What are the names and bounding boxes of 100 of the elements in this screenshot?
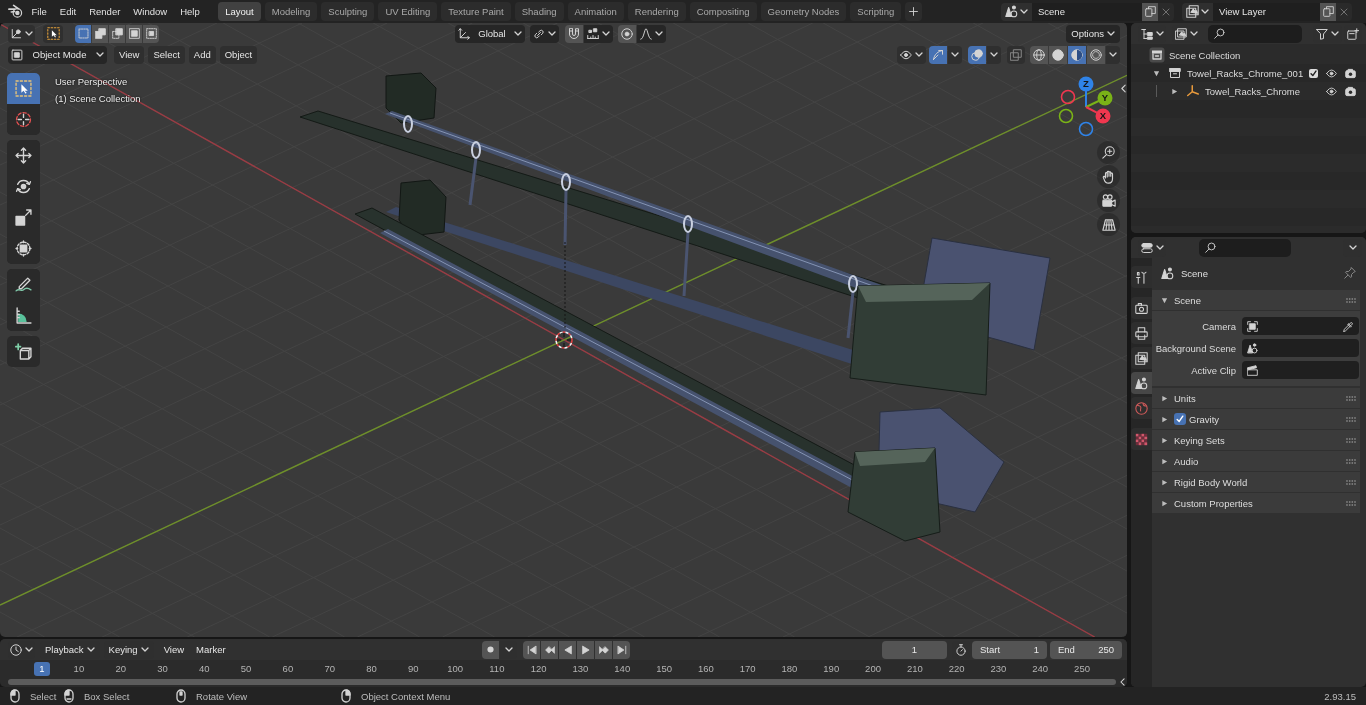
perspective-toggle-button[interactable] (1097, 213, 1120, 236)
disclosure-triangle-icon[interactable] (1161, 499, 1168, 507)
clip-picker-field[interactable] (1242, 361, 1359, 379)
chevron-left-icon[interactable] (1120, 678, 1125, 686)
jump-end-button[interactable] (613, 640, 630, 659)
timeline-menu[interactable]: Marker (194, 640, 228, 659)
properties-tab[interactable] (1131, 297, 1152, 319)
play-button[interactable] (577, 640, 594, 659)
panel-header[interactable]: Custom Properties (1152, 493, 1360, 513)
new-scene-button[interactable] (1142, 2, 1158, 21)
zoom-button[interactable] (1097, 141, 1120, 164)
view-axis-button[interactable]: Z (1078, 76, 1094, 92)
workspace-tab[interactable]: Sculpting (321, 2, 375, 21)
properties-tab[interactable] (1131, 372, 1152, 394)
panel-header[interactable]: Audio (1152, 451, 1360, 471)
properties-search-field[interactable] (1199, 238, 1291, 257)
eye-icon[interactable] (1326, 85, 1337, 97)
view-axis-button[interactable]: X (1095, 108, 1111, 124)
camera-icon[interactable] (1345, 85, 1356, 97)
eyedropper-icon[interactable] (1343, 320, 1354, 332)
frame-number: 20 (114, 663, 127, 674)
timeline-menu[interactable]: View (161, 640, 187, 659)
next-keyframe-button[interactable] (595, 640, 612, 659)
jump-start-button[interactable] (523, 640, 540, 659)
disclosure-triangle-icon[interactable] (1161, 436, 1168, 444)
camera-icon[interactable] (1345, 67, 1356, 79)
timeline-scrollbar[interactable] (8, 679, 1116, 685)
outliner-item-label[interactable]: Towel_Racks_Chrome (1205, 85, 1301, 97)
current-frame-indicator[interactable]: 1 (34, 661, 50, 676)
workspace-tab[interactable]: Compositing (689, 2, 757, 21)
chevron-down-icon (602, 31, 610, 36)
photo-camera-icon (1135, 301, 1148, 315)
object-icon (1247, 320, 1258, 332)
panel-header[interactable]: Units (1152, 388, 1360, 408)
eye-icon[interactable] (1326, 67, 1337, 79)
camera-view-button[interactable] (1097, 189, 1120, 212)
workspace-tab[interactable]: Geometry Nodes (760, 2, 847, 21)
menu-item[interactable]: File (25, 1, 54, 22)
workspace-tab[interactable]: Rendering (627, 2, 686, 21)
disclosure-triangle-icon[interactable] (1153, 69, 1160, 77)
disclosure-triangle-icon[interactable] (1161, 478, 1168, 486)
workspace-tab[interactable]: UV Editing (378, 2, 438, 21)
scene-name-field[interactable]: Scene (1032, 2, 1142, 21)
negative-axis-button[interactable] (1058, 108, 1074, 124)
menu-item[interactable]: Help (173, 1, 207, 22)
pan-button[interactable] (1097, 165, 1120, 188)
panel-header[interactable]: Scene (1152, 290, 1360, 310)
current-frame-field[interactable]: 1 (882, 640, 947, 659)
new-view-layer-button[interactable] (1320, 2, 1336, 21)
properties-tab[interactable] (1131, 266, 1152, 288)
scale-icon (15, 209, 32, 226)
panel-header[interactable]: Keying Sets (1152, 430, 1360, 450)
workspace-tab[interactable]: Layout (218, 2, 261, 21)
frame-number: 40 (198, 663, 211, 674)
exclude-checkbox[interactable] (1309, 68, 1318, 78)
camera-picker-field[interactable] (1242, 317, 1359, 335)
negative-axis-button[interactable] (1060, 89, 1076, 105)
workspace-tab[interactable]: Shading (514, 2, 564, 21)
workspace-tab[interactable]: Scripting (850, 2, 902, 21)
outliner-item-label[interactable]: Towel_Racks_Chrome_001 (1187, 67, 1304, 79)
properties-tab[interactable] (1131, 322, 1152, 344)
properties-tab[interactable] (1131, 347, 1152, 369)
invert-selection-icon (128, 28, 140, 39)
start-frame-field[interactable]: Start 1 (972, 640, 1047, 659)
record-button[interactable] (482, 640, 499, 659)
panel-header[interactable]: Rigid Body World (1152, 472, 1360, 492)
pin-button[interactable] (1344, 267, 1356, 279)
workspace-tab[interactable]: Texture Paint (441, 2, 511, 21)
outliner-item-label[interactable]: Scene Collection (1169, 49, 1241, 61)
view-name-label: User Perspective (55, 76, 129, 87)
view-axis-button[interactable]: Y (1097, 90, 1113, 106)
add-workspace-button[interactable] (905, 2, 923, 21)
disclosure-triangle-icon[interactable] (1161, 415, 1168, 423)
frame-number: 50 (239, 663, 253, 674)
menu-item[interactable]: Edit (53, 1, 83, 22)
mouse-middle-click-icon (176, 689, 186, 703)
previous-keyframe-button[interactable] (541, 640, 558, 659)
scene-picker-field[interactable] (1242, 339, 1359, 357)
menu-item[interactable]: Render (82, 1, 127, 22)
play-reverse-button[interactable] (559, 640, 576, 659)
view-layer-browse-button[interactable] (1182, 2, 1213, 21)
outliner-search-field[interactable] (1208, 24, 1302, 43)
menu-item[interactable]: Window (126, 1, 174, 22)
pin-icon (1344, 267, 1356, 279)
panel-checkbox[interactable] (1174, 413, 1186, 425)
workspace-tab[interactable]: Modeling (264, 2, 318, 21)
copy-icon (1322, 6, 1334, 17)
scene-icon (1135, 376, 1148, 390)
panel-header[interactable]: Gravity (1152, 409, 1360, 429)
disclosure-triangle-icon[interactable] (1161, 296, 1168, 304)
negative-axis-button[interactable] (1078, 121, 1094, 137)
workspace-tab[interactable]: Animation (567, 2, 624, 21)
measure-icon (15, 307, 32, 324)
disclosure-triangle-icon[interactable] (1161, 457, 1168, 465)
view-layer-name-field[interactable]: View Layer (1213, 2, 1320, 21)
disclosure-triangle-icon[interactable] (1171, 87, 1178, 95)
disclosure-triangle-icon[interactable] (1161, 394, 1168, 402)
status-hint: Select (30, 690, 57, 702)
end-frame-field[interactable]: End 250 (1050, 640, 1122, 659)
scene-browse-button[interactable] (1001, 2, 1032, 21)
